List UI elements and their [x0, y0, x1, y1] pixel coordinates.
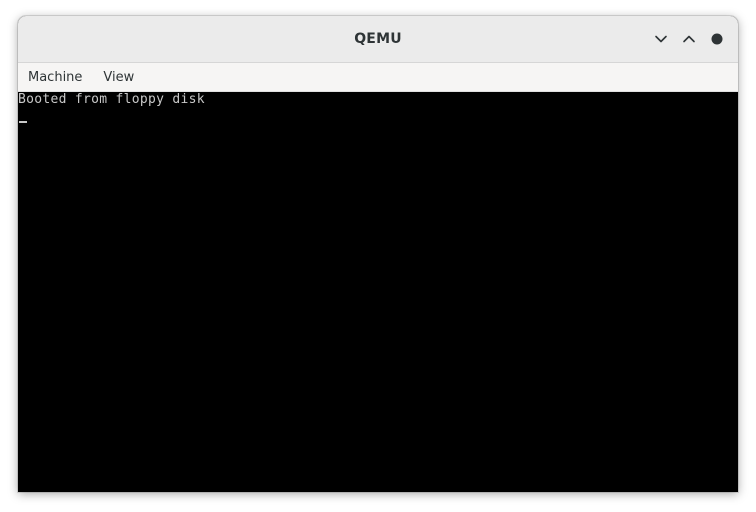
- text-cursor: [19, 121, 27, 123]
- vm-display[interactable]: Booted from floppy disk: [18, 92, 738, 492]
- qemu-window: QEMU Machine View Booted from floppy dis…: [18, 16, 738, 492]
- title-bar[interactable]: QEMU: [18, 16, 738, 63]
- maximize-button[interactable]: [678, 28, 700, 50]
- minimize-button[interactable]: [650, 28, 672, 50]
- window-controls: [650, 16, 728, 62]
- menu-machine[interactable]: Machine: [28, 66, 92, 89]
- chevron-up-icon: [683, 35, 695, 43]
- menu-bar: Machine View: [18, 63, 738, 92]
- close-dot-icon: [711, 33, 723, 45]
- console-line: Booted from floppy disk: [18, 92, 205, 107]
- menu-view[interactable]: View: [103, 66, 144, 89]
- close-button[interactable]: [706, 28, 728, 50]
- window-title: QEMU: [354, 31, 402, 47]
- chevron-down-icon: [655, 35, 667, 43]
